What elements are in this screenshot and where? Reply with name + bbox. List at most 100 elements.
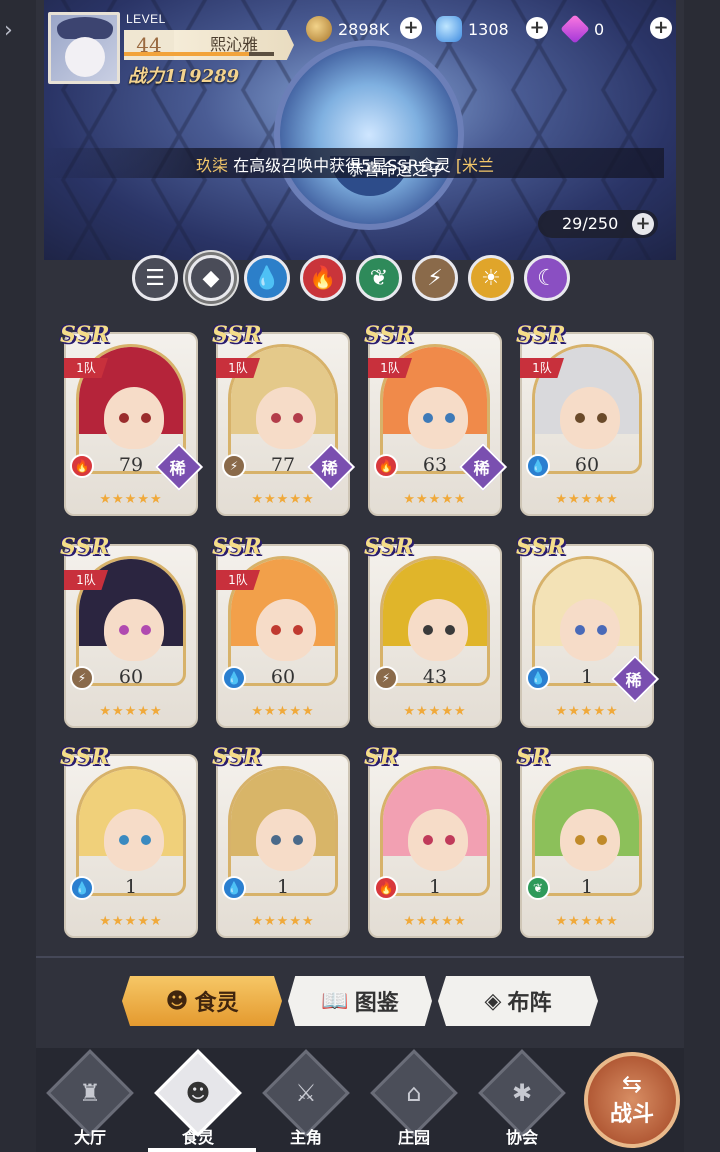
spirit-card[interactable]: SSR 1队 ⚡ 77 稀 ★★★★★ [212, 322, 356, 516]
nav-label: 庄园 [397, 1128, 430, 1147]
water-element-icon: 💧 [526, 454, 550, 478]
level-label: LEVEL [126, 12, 166, 26]
chevron-right-icon[interactable]: › [4, 18, 13, 43]
wind-element-icon: ❦ [526, 876, 550, 900]
tab-codex[interactable]: 📖 图鉴 [288, 976, 432, 1026]
expand-roster-button[interactable]: + [632, 213, 654, 235]
grade-badge: SSR [516, 534, 566, 560]
stained-glass-emblem [274, 40, 464, 230]
star-rating: ★★★★★ [555, 704, 619, 719]
spirit-card[interactable]: SR ❦ 1 ★★★★★ [516, 744, 654, 938]
grade-badge: SSR [212, 744, 262, 770]
team-tag: 1队 [64, 358, 108, 378]
battle-label: 战斗 [609, 1102, 654, 1127]
battle-button[interactable]: ⇆ 战斗 [584, 1052, 680, 1148]
filter-all-icon[interactable]: ☰ [132, 255, 178, 301]
divider [36, 956, 684, 958]
tab-formation[interactable]: ◈ 布阵 [438, 976, 598, 1026]
grade-badge: SSR [364, 322, 414, 348]
announcement-marquee: 恭喜命运之子 玖柒 在高级召唤中获得5星SSR食灵 [米兰 [44, 148, 664, 178]
filter-general-icon[interactable]: ◆ [188, 255, 234, 301]
book-icon: 📖 [321, 988, 349, 1014]
filter-water-icon[interactable]: 💧 [244, 255, 290, 301]
thunder-element-icon: ⚡ [70, 666, 94, 690]
tab-spirits-label: 食灵 [194, 991, 239, 1016]
fire-element-icon: 🔥 [374, 876, 398, 900]
player-avatar[interactable] [48, 12, 120, 84]
coin-resource: 2898K [306, 16, 389, 42]
filter-thunder-icon[interactable]: ⚡ [412, 255, 458, 301]
filter-light-icon[interactable]: ☀ [468, 255, 514, 301]
thunder-element-icon: ⚡ [374, 666, 398, 690]
star-rating: ★★★★★ [403, 914, 467, 929]
spirit-level: 43 [422, 666, 448, 688]
spirit-card[interactable]: SSR 💧 1 稀 ★★★★★ [516, 534, 660, 728]
nav-item-1[interactable]: ♜ 大厅 [40, 1049, 140, 1152]
add-coin-button[interactable]: + [400, 17, 422, 39]
spirit-card[interactable]: SSR 1队 ⚡ 60 ★★★★★ [60, 534, 198, 728]
spirit-card[interactable]: SSR ⚡ 43 ★★★★★ [364, 534, 502, 728]
water-element-icon: 💧 [222, 876, 246, 900]
water-element-icon: 💧 [526, 666, 550, 690]
star-rating: ★★★★★ [555, 492, 619, 507]
gem-resource: 1308 [436, 16, 509, 42]
add-gem-button[interactable]: + [526, 17, 548, 39]
spirit-level: 1 [276, 876, 290, 898]
spirit-card[interactable]: SR 🔥 1 ★★★★★ [364, 744, 502, 938]
spirit-icon: ☻ [165, 988, 189, 1014]
spirit-card[interactable]: SSR 1队 💧 60 ★★★★★ [516, 322, 654, 516]
spirit-level: 60 [270, 666, 296, 688]
star-rating: ★★★★★ [403, 492, 467, 507]
level-box: LEVEL 44 熙沁雅 [124, 12, 294, 60]
grade-badge: SSR [60, 322, 110, 348]
nav-label: 协会 [505, 1128, 538, 1147]
star-rating: ★★★★★ [251, 914, 315, 929]
marquee-item: [米兰 [455, 156, 495, 175]
star-rating: ★★★★★ [251, 704, 315, 719]
team-tag: 1队 [64, 570, 108, 590]
filter-fire-icon[interactable]: 🔥 [300, 255, 346, 301]
gem-value: 1308 [468, 19, 509, 39]
spirit-card[interactable]: SSR 1队 💧 60 ★★★★★ [212, 534, 350, 728]
grade-badge: SSR [212, 322, 262, 348]
thunder-element-icon: ⚡ [222, 454, 246, 478]
star-rating: ★★★★★ [251, 492, 315, 507]
tab-spirits[interactable]: ☻ 食灵 [122, 976, 282, 1026]
combat-power: 战力119289 [128, 66, 240, 87]
marquee-player: 玖柒 [196, 156, 229, 175]
grade-badge: SSR [364, 534, 414, 560]
fire-element-icon: 🔥 [374, 454, 398, 478]
nav-label: 大厅 [73, 1128, 106, 1147]
spirit-level: 1 [428, 876, 442, 898]
spirit-level: 60 [118, 666, 144, 688]
element-filter-bar: ☰ ◆ 💧 🔥 ❦ ⚡ ☀ ☾ [132, 255, 570, 305]
team-tag: 1队 [368, 358, 412, 378]
formation-icon: ◈ [484, 988, 502, 1014]
spirit-card[interactable]: SSR 💧 1 ★★★★★ [60, 744, 198, 938]
diamond-resource: 0 [560, 14, 604, 44]
team-tag: 1队 [216, 358, 260, 378]
spirit-card[interactable]: SSR 💧 1 ★★★★★ [212, 744, 350, 938]
spirit-level: 1 [124, 876, 138, 898]
grade-badge: SSR [212, 534, 262, 560]
spirit-card[interactable]: SSR 1队 🔥 63 稀 ★★★★★ [364, 322, 508, 516]
grade-badge: SSR [516, 322, 566, 348]
tab-formation-label: 布阵 [507, 991, 552, 1016]
rare-badge-label: 稀 [169, 459, 186, 479]
filter-dark-icon[interactable]: ☾ [524, 255, 570, 301]
grade-badge: SR [364, 744, 399, 770]
coin-icon [306, 16, 332, 42]
spirit-level: 60 [574, 454, 600, 476]
nav-item-4[interactable]: ⌂ 庄园 [364, 1049, 464, 1152]
nav-item-3[interactable]: ⚔ 主角 [256, 1049, 356, 1152]
nav-item-2[interactable]: ☻ 食灵 [148, 1049, 256, 1152]
add-diamond-button[interactable]: + [650, 17, 672, 39]
star-rating: ★★★★★ [99, 914, 163, 929]
nav-label: 食灵 [181, 1128, 214, 1147]
gem-icon [436, 16, 462, 42]
star-rating: ★★★★★ [99, 492, 163, 507]
coin-value: 2898K [338, 19, 390, 39]
nav-item-5[interactable]: ✱ 协会 [472, 1049, 572, 1152]
filter-wind-icon[interactable]: ❦ [356, 255, 402, 301]
spirit-card[interactable]: SSR 1队 🔥 79 稀 ★★★★★ [60, 322, 204, 516]
